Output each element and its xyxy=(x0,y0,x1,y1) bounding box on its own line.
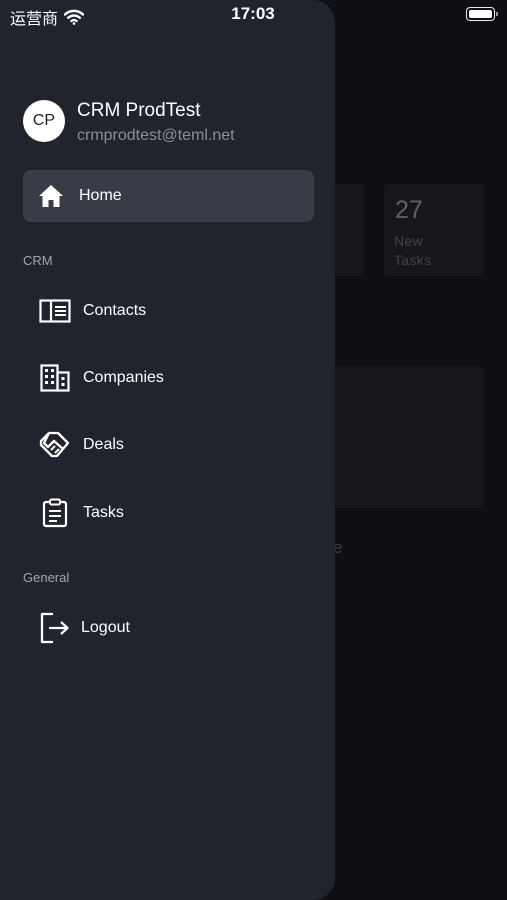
navigation-drawer: CP CRM ProdTest crmprodtest@teml.net Hom… xyxy=(0,0,335,900)
avatar[interactable]: CP xyxy=(23,100,65,142)
battery-icon xyxy=(466,7,498,21)
user-email: crmprodtest@teml.net xyxy=(77,127,235,144)
drawer-item-label: Contacts xyxy=(83,302,147,319)
drawer-item-label: Home xyxy=(79,187,122,204)
drawer-item-companies[interactable]: Companies xyxy=(38,356,308,400)
drawer-item-label: Logout xyxy=(81,619,130,636)
carrier-label: 运营商 xyxy=(10,11,59,28)
section-header-crm: CRM xyxy=(23,253,53,268)
new-tasks-label-line2: Tasks xyxy=(394,252,432,268)
status-bar-left: 运营商 xyxy=(10,5,85,29)
drawer-item-label: Companies xyxy=(83,369,164,386)
drawer-item-label: Deals xyxy=(83,436,124,453)
drawer-item-home[interactable]: Home xyxy=(23,170,314,222)
battery-level xyxy=(469,10,492,18)
home-icon xyxy=(37,182,65,210)
companies-icon xyxy=(38,361,72,395)
status-time: 17:03 xyxy=(231,4,275,23)
contacts-icon xyxy=(38,294,72,328)
deals-icon xyxy=(38,428,72,462)
drawer-item-label: Tasks xyxy=(83,504,124,521)
drawer-item-logout[interactable]: Logout xyxy=(38,606,308,650)
wifi-icon xyxy=(64,9,85,25)
logout-icon xyxy=(38,611,72,645)
drawer-item-deals[interactable]: Deals xyxy=(38,423,308,467)
new-tasks-count: 27 xyxy=(395,196,423,224)
screen: 27 New Tasks s e 运营商 17:03 CP CRM ProdTe… xyxy=(0,0,507,900)
drawer-item-tasks[interactable]: Tasks xyxy=(38,491,308,535)
user-name: CRM ProdTest xyxy=(77,100,201,121)
drawer-item-contacts[interactable]: Contacts xyxy=(38,289,308,333)
new-tasks-label-line1: New xyxy=(394,233,423,249)
tasks-icon xyxy=(38,496,72,530)
section-header-general: General xyxy=(23,570,70,585)
